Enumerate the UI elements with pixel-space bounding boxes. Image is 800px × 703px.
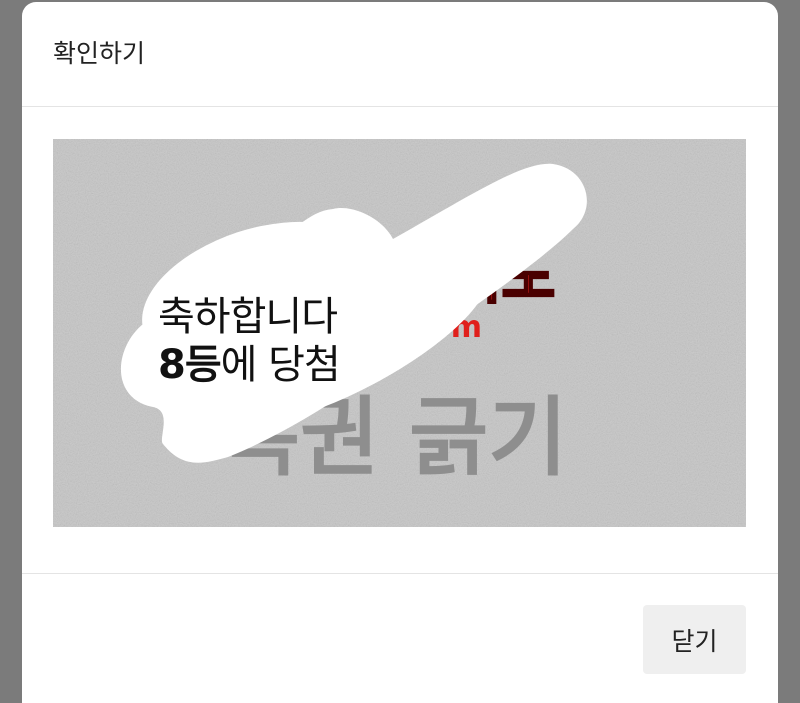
result-prize: 8등에 당첨 [158, 332, 341, 390]
result-rank: 8등 [158, 342, 222, 388]
modal-footer: 닫기 [22, 574, 778, 703]
scratch-card[interactable]: 복권 긁기 카지노 .com 축하합니다 8등에 당첨 [53, 139, 746, 527]
scratch-card-art: 복권 긁기 카지노 .com [53, 139, 746, 527]
modal-title: 확인하기 [53, 39, 146, 68]
result-suffix: 에 당첨 [220, 342, 341, 388]
modal-header: 확인하기 [22, 2, 778, 107]
close-button[interactable]: 닫기 [643, 605, 746, 674]
modal-body: 복권 긁기 카지노 .com 축하합니다 8등에 당첨 [22, 107, 778, 574]
confirm-modal: 확인하기 복권 긁기 카지노 [22, 2, 778, 703]
